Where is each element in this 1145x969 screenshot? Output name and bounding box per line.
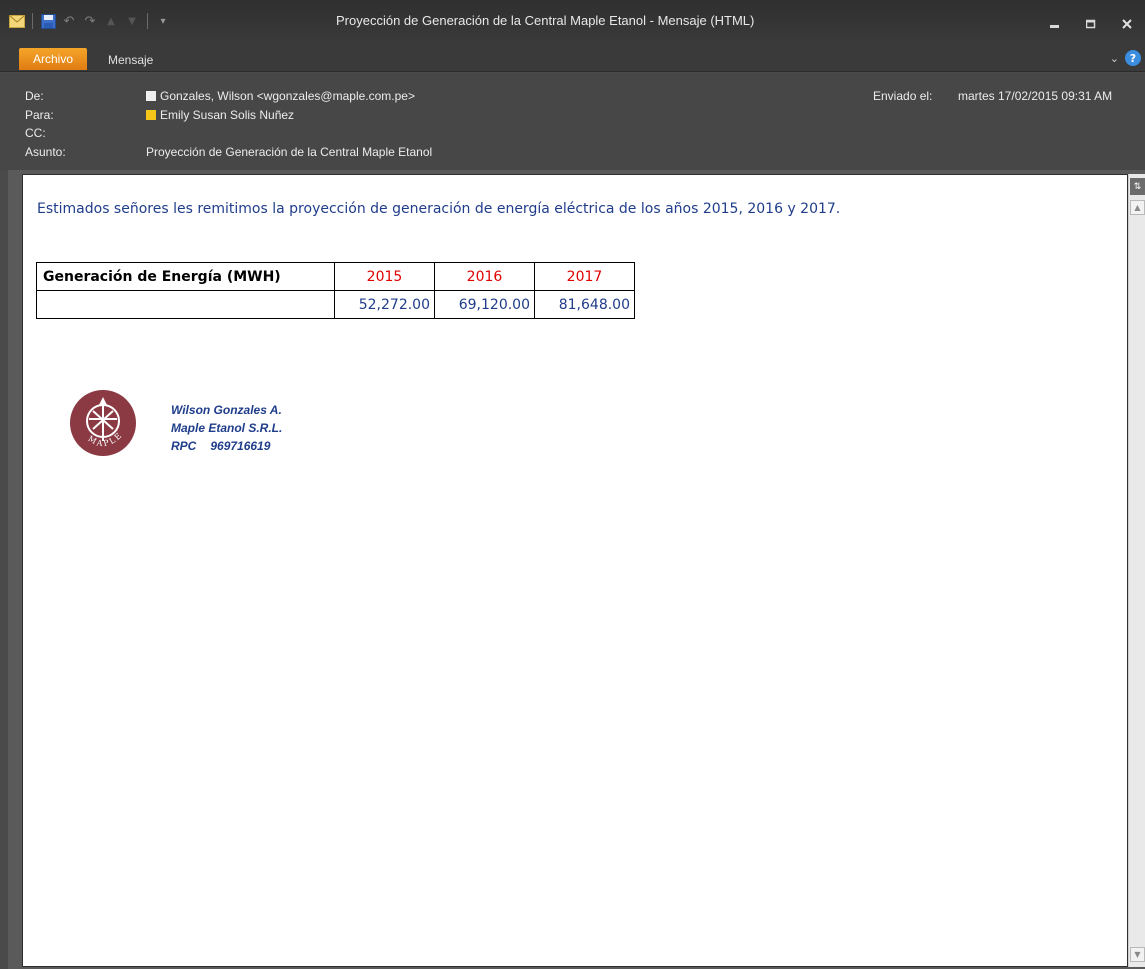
cc-label: CC:: [25, 126, 46, 140]
close-icon: [1122, 14, 1132, 33]
year-2015: 2015: [334, 262, 435, 291]
split-view-icon[interactable]: ⇅: [1130, 178, 1145, 195]
title-bar: ↶ ↷ ▲ ▼ ▾ Proyección de Generación de la…: [0, 0, 1145, 46]
tab-mensaje[interactable]: Mensaje: [108, 50, 153, 70]
from-row: De: Gonzales, Wilson <wgonzales@maple.co…: [0, 87, 1145, 105]
to-label: Para:: [25, 108, 54, 122]
tab-archivo[interactable]: Archivo: [19, 48, 87, 70]
subject-value: Proyección de Generación de la Central M…: [146, 145, 433, 159]
vertical-scrollbar[interactable]: ⇅ ▲ ▼: [1128, 174, 1145, 967]
maple-logo: MAPLE: [67, 383, 139, 461]
chevron-down-icon[interactable]: ⌄: [1110, 52, 1119, 65]
down-arrow-icon[interactable]: ▼: [123, 12, 141, 30]
rpc-label: RPC: [171, 439, 197, 453]
value-2015: 52,272.00: [334, 290, 435, 319]
redo-icon[interactable]: ↷: [81, 12, 99, 30]
up-arrow-icon[interactable]: ▲: [102, 12, 120, 30]
from-value-wrap: Gonzales, Wilson <wgonzales@maple.com.pe…: [146, 89, 415, 103]
ribbon: Archivo Mensaje ⌄ ?: [0, 46, 1145, 72]
year-2016: 2016: [434, 262, 535, 291]
save-icon[interactable]: [39, 12, 57, 30]
empty-cell: [36, 290, 335, 319]
signature-company: Maple Etanol S.R.L.: [171, 421, 283, 435]
message-body: Estimados señores les remitimos la proye…: [22, 174, 1128, 967]
ribbon-controls: ⌄ ?: [1110, 50, 1141, 66]
presence-indicator-icon: [146, 110, 156, 120]
generation-table: Generación de Energía (MWH) 2015 2016 20…: [36, 262, 635, 319]
envelope-icon: [8, 12, 26, 30]
scroll-down-arrow-icon[interactable]: ▼: [1130, 947, 1145, 962]
scroll-up-arrow-icon[interactable]: ▲: [1130, 200, 1145, 215]
intro-text: Estimados señores les remitimos la proye…: [37, 201, 841, 217]
to-value-wrap: Emily Susan Solis Nuñez: [146, 108, 294, 122]
presence-indicator-icon: [146, 91, 156, 101]
toolbar-divider: [147, 13, 148, 29]
signature-rpc: RPC 969716619: [171, 437, 282, 455]
value-2017: 81,648.00: [534, 290, 635, 319]
maximize-button[interactable]: [1073, 0, 1109, 46]
subject-label: Asunto:: [25, 145, 66, 159]
from-label: De:: [25, 89, 44, 103]
from-value[interactable]: Gonzales, Wilson <wgonzales@maple.com.pe…: [160, 89, 415, 103]
minimize-icon: [1050, 14, 1060, 33]
window-title: Proyección de Generación de la Central M…: [336, 13, 755, 28]
table-label: Generación de Energía (MWH): [36, 262, 335, 291]
quick-access-toolbar: ↶ ↷ ▲ ▼ ▾: [8, 11, 172, 31]
message-body-frame: Estimados señores les remitimos la proye…: [8, 170, 1145, 969]
minimize-button[interactable]: [1037, 0, 1073, 46]
help-icon[interactable]: ?: [1125, 50, 1141, 66]
window-controls: [1037, 0, 1145, 46]
value-2016: 69,120.00: [434, 290, 535, 319]
rpc-number: 969716619: [210, 439, 271, 453]
table-row: 52,272.00 69,120.00 81,648.00: [36, 290, 635, 319]
year-2017: 2017: [534, 262, 635, 291]
undo-icon[interactable]: ↶: [60, 12, 78, 30]
table-header-row: Generación de Energía (MWH) 2015 2016 20…: [36, 262, 635, 291]
message-header: De: Gonzales, Wilson <wgonzales@maple.co…: [0, 73, 1145, 170]
signature-text: Wilson Gonzales A. Maple Etanol S.R.L. R…: [171, 401, 282, 455]
maximize-icon: [1085, 14, 1096, 33]
close-button[interactable]: [1109, 0, 1145, 46]
signature-name: Wilson Gonzales A.: [171, 403, 282, 417]
sent-label: Enviado el:: [873, 89, 933, 103]
toolbar-divider: [32, 13, 33, 29]
customize-icon[interactable]: ▾: [154, 12, 172, 30]
sent-value: martes 17/02/2015 09:31 AM: [958, 89, 1113, 103]
to-value[interactable]: Emily Susan Solis Nuñez: [160, 108, 294, 122]
